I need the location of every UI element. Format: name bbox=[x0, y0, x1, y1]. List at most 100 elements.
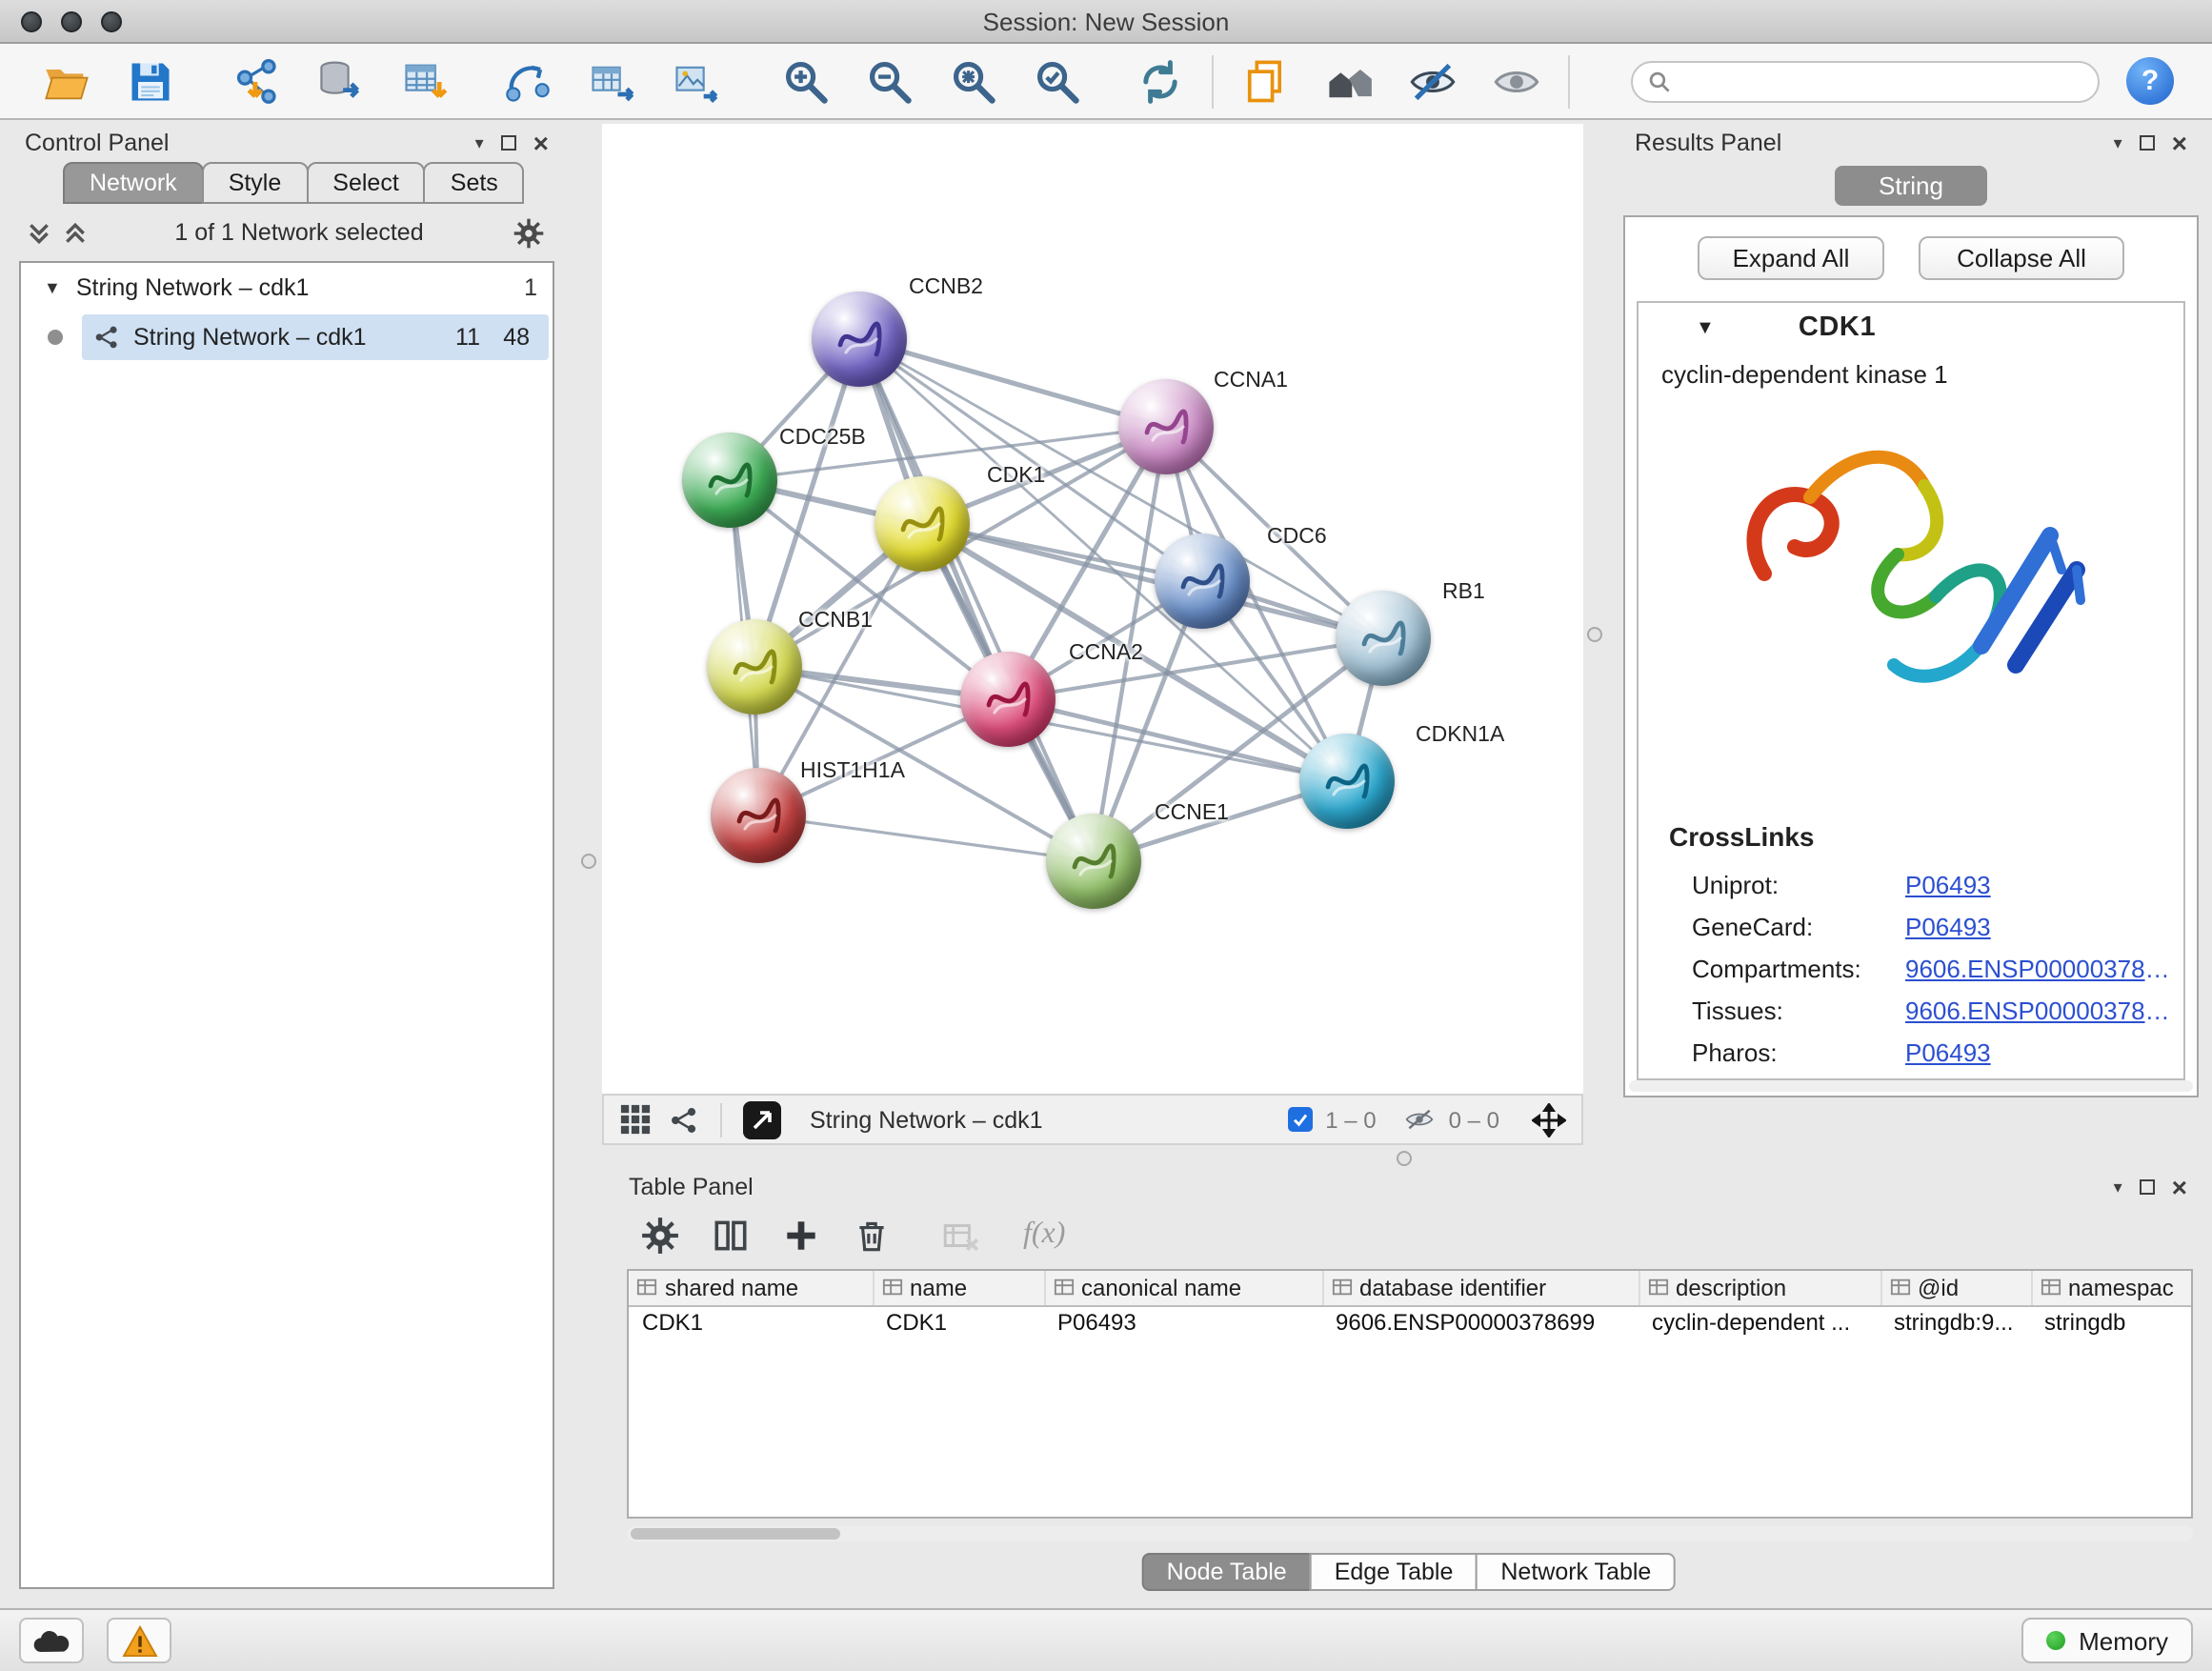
selected-nodes-checkbox-icon[interactable] bbox=[1287, 1107, 1312, 1132]
crosslink-value-link[interactable]: P06493 bbox=[1905, 912, 2002, 940]
panel-float-icon[interactable] bbox=[2140, 135, 2155, 151]
show-all-eye-icon[interactable] bbox=[1488, 52, 1545, 110]
network-node-cdkn1a[interactable] bbox=[1299, 734, 1395, 829]
search-input[interactable] bbox=[1680, 68, 2082, 94]
network-node-ccna2[interactable] bbox=[960, 652, 1056, 747]
tab-select[interactable]: Select bbox=[306, 162, 426, 204]
panel-float-icon[interactable] bbox=[2140, 1179, 2155, 1195]
refresh-icon[interactable] bbox=[1132, 52, 1189, 110]
hide-selected-eye-icon[interactable] bbox=[1404, 52, 1461, 110]
close-window-button[interactable] bbox=[21, 11, 42, 32]
table-cell[interactable]: P06493 bbox=[1044, 1305, 1322, 1338]
delete-trash-icon[interactable] bbox=[852, 1215, 892, 1255]
collapse-all-button[interactable]: Collapse All bbox=[1919, 236, 2124, 280]
network-edge[interactable] bbox=[758, 815, 1094, 861]
panel-float-icon[interactable] bbox=[501, 135, 516, 151]
tab-string[interactable]: String bbox=[1835, 166, 1987, 206]
show-columns-icon[interactable] bbox=[711, 1215, 751, 1255]
table-settings-gear-icon[interactable] bbox=[640, 1215, 680, 1255]
results-horizontal-scrollbar[interactable] bbox=[1629, 1080, 2193, 1092]
crosslink-value-link[interactable]: P06493 bbox=[1905, 1037, 2002, 1066]
panel-menu-icon[interactable]: ▾ bbox=[2114, 134, 2122, 151]
clone-network-icon[interactable] bbox=[499, 52, 556, 110]
add-row-plus-icon[interactable] bbox=[781, 1215, 821, 1255]
column-header-canonical-name[interactable]: canonical name bbox=[1044, 1271, 1322, 1305]
save-session-icon[interactable] bbox=[122, 52, 179, 110]
table-cell[interactable]: 9606.ENSP00000378699 bbox=[1322, 1305, 1639, 1338]
network-node-ccnb1[interactable] bbox=[707, 619, 802, 715]
search-field[interactable] bbox=[1631, 60, 2100, 102]
tab-sets[interactable]: Sets bbox=[424, 162, 525, 204]
memory-button[interactable]: Memory bbox=[2021, 1618, 2193, 1663]
network-node-cdc25b[interactable] bbox=[682, 433, 777, 528]
zoom-selected-icon[interactable] bbox=[1029, 52, 1086, 110]
zoom-in-icon[interactable] bbox=[777, 52, 835, 110]
crosslink-value-link[interactable]: 9606.ENSP00000378699 bbox=[1905, 954, 2183, 982]
table-horizontal-scrollbar[interactable] bbox=[627, 1526, 2193, 1541]
network-node-cdc6[interactable] bbox=[1155, 534, 1250, 629]
help-button[interactable]: ? bbox=[2126, 57, 2174, 105]
export-table-icon[interactable] bbox=[583, 52, 640, 110]
left-splitter-handle[interactable] bbox=[581, 854, 596, 869]
function-builder-fx[interactable]: f(x) bbox=[1023, 1218, 1065, 1252]
zoom-fit-icon[interactable] bbox=[945, 52, 1002, 110]
gene-section-header[interactable]: ▼ CDK1 bbox=[1639, 303, 2183, 352]
panel-close-icon[interactable]: × bbox=[533, 130, 549, 156]
bottom-splitter-handle[interactable] bbox=[1397, 1151, 1412, 1166]
export-image-icon[interactable] bbox=[667, 52, 724, 110]
column-header-database-identifier[interactable]: database identifier bbox=[1322, 1271, 1639, 1305]
network-node-ccne1[interactable] bbox=[1046, 814, 1141, 909]
network-options-gear-icon[interactable] bbox=[513, 216, 545, 249]
network-icon[interactable] bbox=[669, 1104, 699, 1135]
network-item-row[interactable]: String Network – cdk1 11 48 bbox=[21, 312, 553, 362]
network-view-canvas[interactable]: CCNB2CCNA1CDC25BCDK1CDC6RB1CCNB1CCNA2CDK… bbox=[602, 124, 1583, 1094]
network-node-hist1h1a[interactable] bbox=[711, 768, 806, 863]
zoom-window-button[interactable] bbox=[101, 11, 122, 32]
network-node-rb1[interactable] bbox=[1336, 591, 1431, 686]
network-node-cdk1[interactable] bbox=[875, 476, 970, 572]
tab-edge-table[interactable]: Edge Table bbox=[1310, 1553, 1478, 1591]
expand-all-icon[interactable] bbox=[65, 220, 86, 245]
network-node-ccnb2[interactable] bbox=[812, 292, 907, 387]
table-cell[interactable]: CDK1 bbox=[629, 1305, 873, 1338]
collapse-all-icon[interactable] bbox=[29, 220, 50, 245]
cloud-button[interactable] bbox=[19, 1618, 84, 1663]
column-header-name[interactable]: name bbox=[873, 1271, 1044, 1305]
open-session-icon[interactable] bbox=[38, 52, 95, 110]
collection-expander-icon[interactable]: ▼ bbox=[44, 278, 61, 297]
column-header-@id[interactable]: @id bbox=[1880, 1271, 2031, 1305]
right-splitter-handle[interactable] bbox=[1587, 627, 1602, 642]
gene-expander-icon[interactable]: ▼ bbox=[1696, 317, 1715, 338]
scrollbar-thumb[interactable] bbox=[631, 1528, 840, 1540]
table-cell[interactable]: CDK1 bbox=[873, 1305, 1044, 1338]
panel-menu-icon[interactable]: ▾ bbox=[475, 134, 484, 151]
fit-content-crosshair-icon[interactable] bbox=[1532, 1102, 1566, 1137]
zoom-out-icon[interactable] bbox=[861, 52, 918, 110]
table-row[interactable]: CDK1CDK1P064939606.ENSP00000378699cyclin… bbox=[629, 1305, 2193, 1338]
panel-close-icon[interactable]: × bbox=[2172, 1174, 2187, 1200]
open-in-new-window-button[interactable] bbox=[743, 1100, 781, 1138]
column-header-description[interactable]: description bbox=[1639, 1271, 1880, 1305]
tab-style[interactable]: Style bbox=[202, 162, 309, 204]
selected-network-highlight[interactable]: String Network – cdk1 11 48 bbox=[82, 314, 549, 360]
network-node-ccna1[interactable] bbox=[1118, 379, 1214, 474]
crosslink-value-link[interactable]: P06493 bbox=[1905, 870, 2002, 898]
column-header-namespac[interactable]: namespac bbox=[2031, 1271, 2193, 1305]
network-collection-row[interactable]: ▼ String Network – cdk1 1 bbox=[21, 263, 553, 312]
import-network-database-icon[interactable] bbox=[312, 52, 370, 110]
tab-network-table[interactable]: Network Table bbox=[1476, 1553, 1676, 1591]
crosslink-value-link[interactable]: 9606.ENSP00000378699 bbox=[1905, 996, 2183, 1024]
hidden-eye-icon[interactable] bbox=[1405, 1107, 1436, 1132]
column-header-shared-name[interactable]: shared name bbox=[629, 1271, 873, 1305]
panel-menu-icon[interactable]: ▾ bbox=[2114, 1178, 2122, 1196]
tab-network[interactable]: Network bbox=[63, 162, 204, 204]
warnings-button[interactable] bbox=[107, 1618, 171, 1663]
tab-node-table[interactable]: Node Table bbox=[1142, 1553, 1312, 1591]
import-table-icon[interactable] bbox=[396, 52, 453, 110]
table-cell[interactable]: stringdb bbox=[2031, 1305, 2193, 1338]
birdseye-grid-icon[interactable] bbox=[619, 1103, 652, 1136]
network-overview-homes-icon[interactable] bbox=[1320, 52, 1377, 110]
panel-close-icon[interactable]: × bbox=[2172, 130, 2187, 156]
minimize-window-button[interactable] bbox=[61, 11, 82, 32]
table-cell[interactable]: stringdb:9... bbox=[1880, 1305, 2031, 1338]
